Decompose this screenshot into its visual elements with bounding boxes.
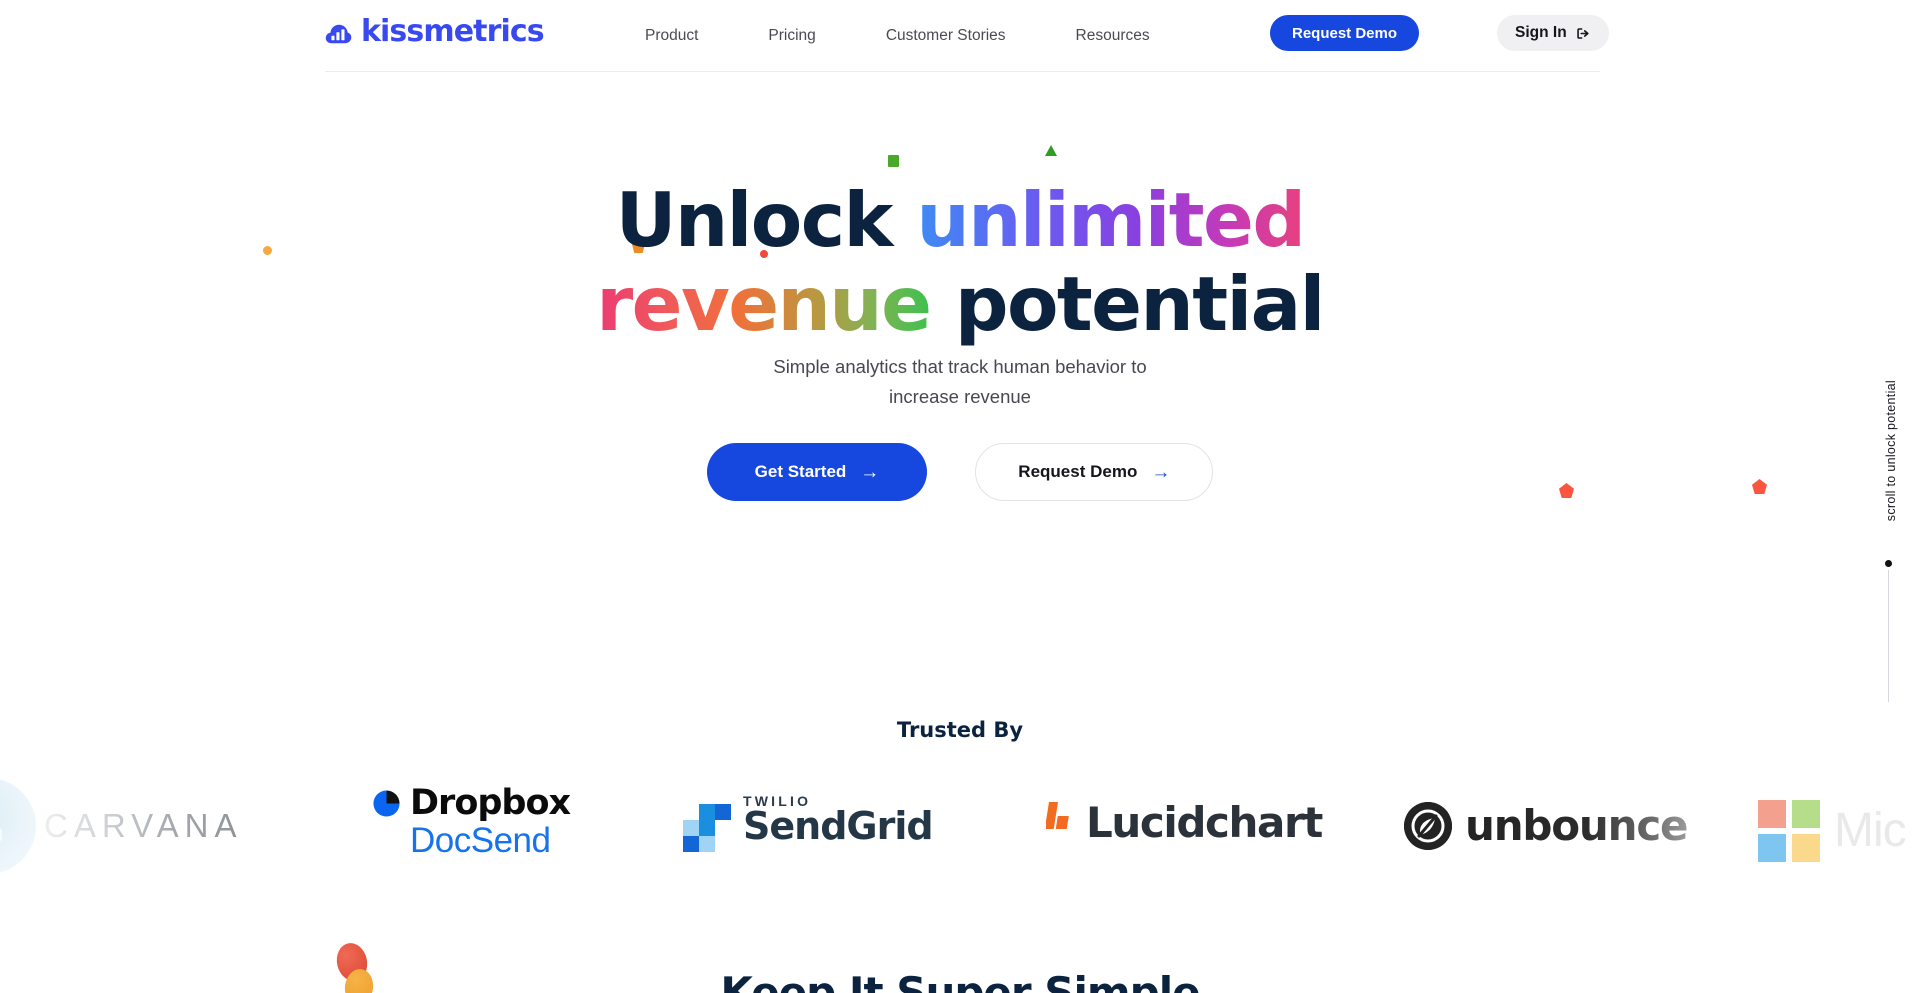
arrow-right-icon: → [1151,461,1171,483]
feature-highlights: Track Human Behavior Improve Engagement … [0,565,1920,635]
scroll-indicator-label: scroll to unlock potential [1884,380,1898,522]
headline-line-2: revenue potential [0,262,1920,346]
site-header: kissmetrics Product Pricing Customer Sto… [0,0,1920,72]
unbounce-wordmark: unbounce [1465,801,1689,850]
scroll-indicator-line [1888,570,1889,702]
next-section-title: Keep It Super Simple [720,968,1200,993]
sendgrid-text-block: TWILIO SendGrid [743,793,934,849]
nav-item-resources[interactable]: Resources [1076,27,1150,45]
kissmetrics-logo[interactable]: kissmetrics [325,14,545,49]
docsend-wordmark: DocSend [410,821,551,860]
unbounce-leaf-icon [1404,802,1452,850]
carvana-mark-icon [0,778,36,874]
arrow-right-icon: → [860,461,880,483]
client-logo-twilio-sendgrid: TWILIO SendGrid [683,788,934,852]
bar-chart-cloud-icon [325,19,352,46]
headline-word-unlock: Unlock [615,176,917,264]
green-triangle-decor [1045,145,1057,156]
request-demo-label: Request Demo [1018,462,1138,481]
sendgrid-squares-icon [683,804,731,852]
sendgrid-wordmark: SendGrid [743,804,934,849]
lucidchart-mark-icon [1044,802,1074,844]
headline-word-revenue: revenue [596,260,932,348]
hero-subtitle: Simple analytics that track human behavi… [0,352,1920,412]
get-started-button[interactable]: Get Started → [706,443,928,501]
carvana-wordmark: CARVANA [44,807,243,844]
hero-cta-row: Get Started → Request Demo → [0,443,1920,501]
subtitle-line-1: Simple analytics that track human behavi… [773,356,1147,377]
dropbox-row: Dropbox [372,783,571,823]
client-logo-unbounce: unbounce [1404,801,1689,850]
client-logo-lucidchart: Lucidchart [1044,798,1323,847]
nav-item-pricing[interactable]: Pricing [768,27,815,45]
microsoft-wordmark: Mic [1834,804,1907,857]
green-square-decor [888,155,899,167]
nav-item-customer-stories[interactable]: Customer Stories [886,27,1006,45]
client-logo-carvana: CARVANA [0,778,243,874]
page-root: kissmetrics Product Pricing Customer Sto… [0,0,1920,993]
client-logo-strip: CARVANA Dropbox DocSend TWILIO SendGrid … [0,768,1920,883]
get-started-label: Get Started [754,462,847,481]
microsoft-squares-icon [1758,800,1820,862]
sign-in-label: Sign In [1515,24,1567,41]
sign-in-button[interactable]: Sign In [1497,15,1609,51]
trusted-by-title: Trusted By [896,718,1024,742]
login-arrow-icon [1576,26,1591,41]
lucidchart-wordmark: Lucidchart [1086,798,1323,847]
logo-wordmark: kissmetrics [361,14,545,49]
hero-request-demo-button[interactable]: Request Demo → [975,443,1214,501]
headline-word-potential: potential [930,260,1325,348]
header-request-demo-button[interactable]: Request Demo [1270,15,1420,51]
scroll-indicator[interactable]: scroll to unlock potential [1862,380,1902,702]
dropbox-wordmark: Dropbox [410,783,571,823]
scroll-indicator-dot [1885,560,1892,567]
nav-item-product[interactable]: Product [645,27,698,45]
subtitle-line-2: increase revenue [889,385,1031,407]
headline-line-1: Unlock unlimited [0,178,1920,262]
headline-word-unlimited: unlimited [916,176,1306,264]
dropbox-pie-icon [372,789,401,818]
page-title: Unlock unlimited revenue potential [0,178,1920,346]
client-logo-microsoft: Mic [1758,800,1907,862]
main-navigation: Product Pricing Customer Stories Resourc… [645,0,1150,72]
client-logo-dropbox-docsend: Dropbox DocSend [372,783,571,860]
